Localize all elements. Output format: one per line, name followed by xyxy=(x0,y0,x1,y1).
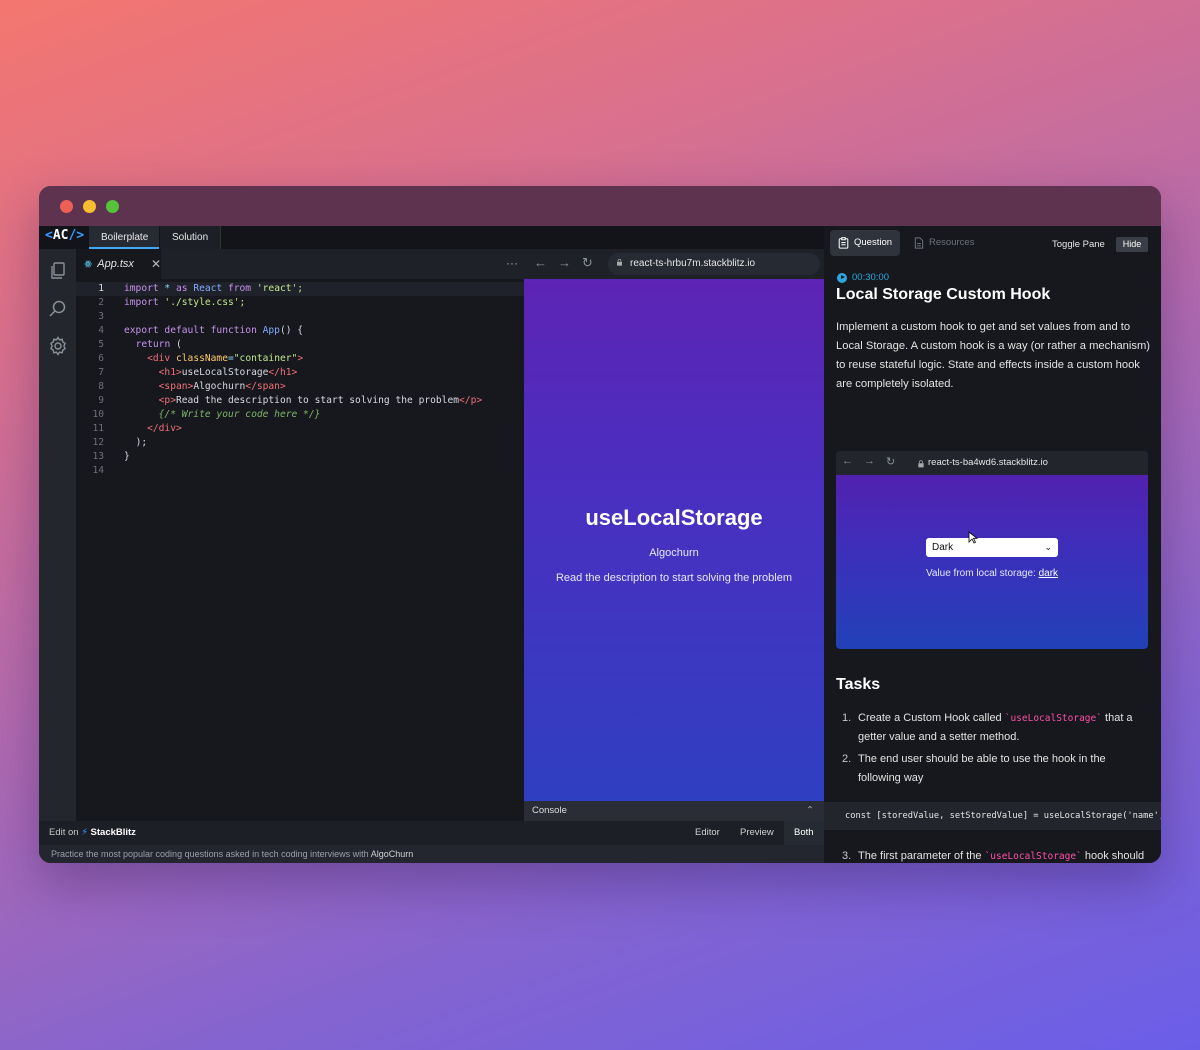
console-label: Console xyxy=(532,805,567,816)
tab-boilerplate[interactable]: Boilerplate xyxy=(89,226,159,249)
preview-description: Read the description to start solving th… xyxy=(555,572,793,584)
cursor-icon xyxy=(968,531,978,544)
tab-resources[interactable]: Resources xyxy=(906,230,982,256)
demo-url: react-ts-ba4wd6.stackblitz.io xyxy=(928,457,1048,468)
code-line: 1 import * as React from 'react'; xyxy=(76,282,524,296)
tasks-heading: Tasks xyxy=(836,676,881,693)
scroll-fade xyxy=(824,862,1161,863)
back-arrow-icon[interactable]: ← xyxy=(534,255,547,270)
app-window: <AC/> Boilerplate Solution App.tsx ✕ ··· xyxy=(39,186,1161,863)
footer-text: Practice the most popular coding questio… xyxy=(51,849,369,859)
forward-arrow-icon: → xyxy=(864,455,875,467)
code-line: 13} xyxy=(92,451,130,462)
gear-icon[interactable] xyxy=(48,336,68,356)
code-line: 3 xyxy=(98,311,104,322)
view-editor-button[interactable]: Editor xyxy=(685,821,730,845)
edit-on-stackblitz-link[interactable]: Edit on ⚡ StackBlitz xyxy=(49,827,136,838)
refresh-icon[interactable]: ↻ xyxy=(582,255,593,271)
activity-bar xyxy=(39,249,76,821)
code-line: 2 import './style.css'; xyxy=(98,297,246,308)
minimize-window-button[interactable] xyxy=(83,199,96,213)
url-text: react-ts-hrbu7m.stackblitz.io xyxy=(630,258,756,269)
view-preview-button[interactable]: Preview xyxy=(730,821,784,845)
code-line: 12 ); xyxy=(92,437,148,448)
code-editor[interactable]: App.tsx ✕ ··· 1 import * as React from 'r… xyxy=(76,249,524,821)
lock-icon xyxy=(617,259,622,266)
code-line: 9 <p>Read the description to start solvi… xyxy=(98,395,483,406)
question-title: Local Storage Custom Hook xyxy=(836,286,1051,303)
theme-select: Dark ⌄ xyxy=(926,538,1058,557)
hide-button[interactable]: Hide xyxy=(1116,237,1148,252)
code-line: 11 </div> xyxy=(92,423,182,434)
code-line: 10 {/* Write your code here */} xyxy=(92,409,321,420)
chevron-down-icon: ⌄ xyxy=(1044,542,1052,552)
code-lines: 1 import * as React from 'react'; 2 import… xyxy=(76,282,524,478)
footer-brand-link[interactable]: AlgoChurn xyxy=(371,849,414,859)
document-icon xyxy=(914,237,924,249)
address-bar: ← → ↻ react-ts-hrbu7m.stackblitz.io xyxy=(524,249,824,279)
code-snippet: const [storedValue, setStoredValue] = us… xyxy=(824,802,1161,830)
code-line: 7 <h1>useLocalStorage</h1> xyxy=(98,367,298,378)
play-icon[interactable] xyxy=(837,272,847,283)
bolt-icon: ⚡ xyxy=(81,827,88,838)
question-pane: Question Resources Toggle Pane Hide 00:3… xyxy=(824,226,1161,863)
react-icon xyxy=(84,260,92,268)
preview-title: useLocalStorage xyxy=(585,505,763,530)
tab-solution[interactable]: Solution xyxy=(160,226,221,249)
code-line: 6 <div className="container"> xyxy=(98,353,304,364)
question-description: Implement a custom hook to get and set v… xyxy=(836,321,1151,390)
code-line: 14 xyxy=(92,465,104,476)
preview-canvas: useLocalStorage Algochurn Read the descr… xyxy=(524,279,824,801)
forward-arrow-icon[interactable]: → xyxy=(558,255,571,270)
bottom-bar: Edit on ⚡ StackBlitz Editor Preview Both xyxy=(39,821,824,845)
file-tab-bar: App.tsx ✕ ··· xyxy=(76,249,524,279)
tab-question[interactable]: Question xyxy=(830,230,901,256)
preview-subtitle: Algochurn xyxy=(649,547,699,559)
demo-address-bar: ← → ↻ react-ts-ba4wd6.stackblitz.io xyxy=(836,451,1148,475)
clipboard-icon xyxy=(838,237,849,249)
timer: 00:30:00 xyxy=(837,272,889,283)
url-field[interactable]: react-ts-hrbu7m.stackblitz.io xyxy=(608,253,820,275)
code-line: 4 export default function App() { xyxy=(98,325,304,336)
code-line: 5 return ( xyxy=(98,339,182,350)
view-both-button[interactable]: Both xyxy=(784,821,824,845)
footer: Practice the most popular coding questio… xyxy=(39,845,824,863)
chevron-up-icon: ⌃ xyxy=(806,805,814,816)
logo: <AC/> xyxy=(45,228,85,243)
toggle-pane-label[interactable]: Toggle Pane xyxy=(1052,239,1105,250)
more-options-icon[interactable]: ··· xyxy=(506,256,518,270)
search-icon[interactable] xyxy=(48,299,68,319)
maximize-window-button[interactable] xyxy=(106,199,119,213)
demo-screenshot: ← → ↻ react-ts-ba4wd6.stackblitz.io Dark… xyxy=(836,451,1148,649)
code-line: 8 <span>Algochurn</span> xyxy=(98,381,286,392)
file-tab-label: App.tsx xyxy=(97,258,134,270)
titlebar xyxy=(39,186,1161,226)
top-tabs-row: <AC/> Boilerplate Solution xyxy=(39,226,824,249)
pane-tabs: Question Resources xyxy=(830,230,982,258)
back-arrow-icon: ← xyxy=(842,455,853,467)
close-tab-icon[interactable]: ✕ xyxy=(151,257,161,271)
browser-preview: ← → ↻ react-ts-hrbu7m.stackblitz.io useL… xyxy=(524,249,824,821)
ide: <AC/> Boilerplate Solution App.tsx ✕ ··· xyxy=(39,226,824,863)
timer-value: 00:30:00 xyxy=(852,272,889,283)
console-toggle[interactable]: Console ⌃ xyxy=(524,801,824,821)
refresh-icon: ↻ xyxy=(886,456,896,468)
close-window-button[interactable] xyxy=(60,199,73,213)
file-tab-app[interactable]: App.tsx ✕ xyxy=(76,249,161,279)
files-icon[interactable] xyxy=(48,261,68,281)
demo-value-text: Value from local storage: dark xyxy=(925,568,1059,579)
demo-preview: Dark ⌄ Value from local storage: dark xyxy=(836,475,1148,649)
